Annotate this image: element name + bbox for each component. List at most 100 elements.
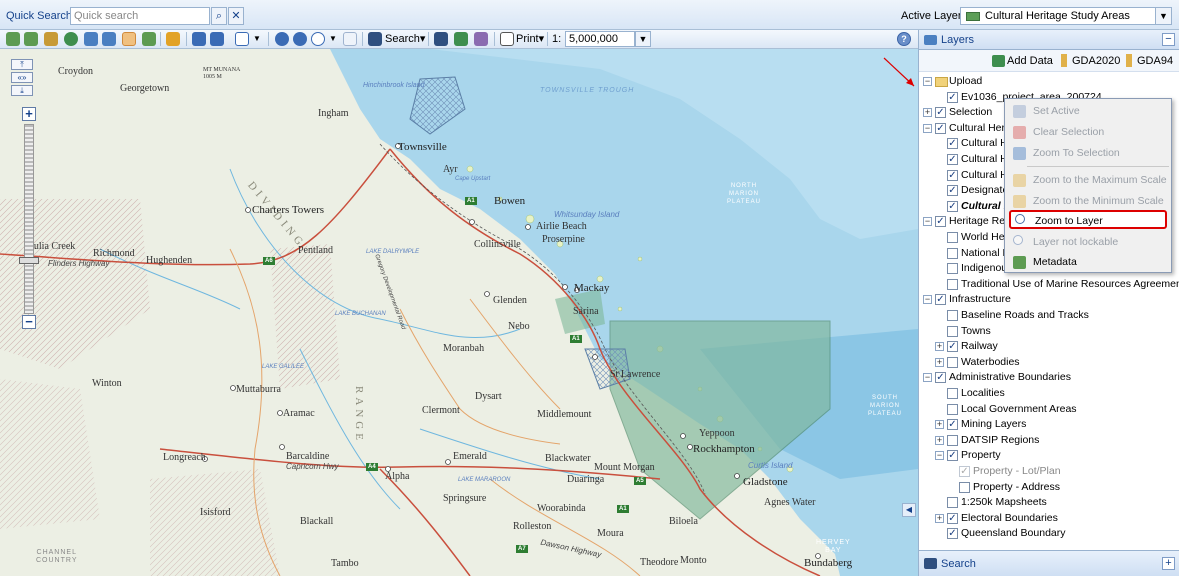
pencil-icon[interactable] xyxy=(166,32,180,46)
home-icon[interactable] xyxy=(44,32,58,46)
layer-row[interactable]: 1:250k Mapsheets xyxy=(919,495,1179,510)
table-icon[interactable] xyxy=(343,32,357,46)
layer-checkbox[interactable]: ✓ xyxy=(947,341,958,353)
gda2020-button[interactable]: GDA2020 xyxy=(1072,55,1120,67)
menu-item-zoom-to-selection[interactable]: Zoom To Selection xyxy=(1009,144,1167,163)
layer-checkbox[interactable]: ✓ xyxy=(947,138,958,150)
layer-row[interactable]: + ✓ Railway xyxy=(919,339,1179,354)
menu-item-set-active[interactable]: Set Active xyxy=(1009,102,1167,121)
layer-row[interactable]: Baseline Roads and Tracks xyxy=(919,308,1179,323)
menu-item-zoom-max-scale[interactable]: Zoom to the Maximum Scale xyxy=(1009,171,1167,190)
export-icon[interactable] xyxy=(454,32,468,46)
collapse-panel-icon[interactable]: ◀ xyxy=(902,503,916,517)
zoom-in-tool-icon[interactable] xyxy=(84,32,98,46)
layer-row[interactable]: − ✓ Property xyxy=(919,448,1179,463)
scale-input[interactable]: 5,000,000 xyxy=(565,31,635,47)
layer-checkbox[interactable] xyxy=(947,356,958,368)
layer-row[interactable]: Property - Address xyxy=(919,480,1179,495)
menu-item-layer-not-lockable[interactable]: Layer not lockable xyxy=(1009,233,1167,252)
pan-up-icon[interactable]: ⤒ xyxy=(11,59,33,70)
layer-row[interactable]: − Upload xyxy=(919,74,1179,89)
layer-checkbox[interactable] xyxy=(947,325,958,337)
expand-toggle-icon[interactable]: + xyxy=(935,435,944,445)
chevron-down-icon[interactable]: ▼ xyxy=(1155,8,1171,24)
globe-icon[interactable] xyxy=(64,32,78,46)
layer-checkbox[interactable]: ✓ xyxy=(959,466,970,477)
layer-checkbox[interactable]: ✓ xyxy=(935,107,946,119)
zoom-out-tool-icon[interactable] xyxy=(102,32,116,46)
layer-checkbox[interactable] xyxy=(947,247,958,259)
printer-icon[interactable] xyxy=(500,32,514,46)
expand-icon[interactable]: + xyxy=(1162,557,1175,570)
expand-toggle-icon[interactable]: − xyxy=(923,77,932,86)
select-by-icon[interactable] xyxy=(210,32,224,46)
layer-checkbox[interactable]: ✓ xyxy=(935,294,946,306)
chevron-down-icon[interactable]: ▼ xyxy=(635,31,651,47)
refresh-icon[interactable] xyxy=(142,32,156,46)
pan-hand-icon[interactable] xyxy=(122,32,136,46)
pan-left-right-icon[interactable]: «» xyxy=(11,72,33,83)
layer-checkbox[interactable]: ✓ xyxy=(947,200,958,212)
chevron-down-icon[interactable]: ▼ xyxy=(253,31,261,47)
layer-checkbox[interactable]: ✓ xyxy=(947,512,958,524)
print-menu-button[interactable]: Print▾ xyxy=(516,31,544,47)
expand-toggle-icon[interactable]: − xyxy=(923,295,932,305)
layer-checkbox[interactable]: ✓ xyxy=(947,419,958,431)
layer-row[interactable]: − ✓ Infrastructure xyxy=(919,292,1179,307)
clear-search-icon[interactable]: ✕ xyxy=(228,7,244,25)
layer-checkbox[interactable] xyxy=(947,310,958,321)
layer-row[interactable]: + Waterbodies xyxy=(919,355,1179,370)
layer-checkbox[interactable]: ✓ xyxy=(947,91,958,103)
quick-search-input[interactable] xyxy=(70,7,210,25)
layer-checkbox[interactable]: ✓ xyxy=(947,154,958,165)
layer-row[interactable]: − ✓ Administrative Boundaries xyxy=(919,370,1179,385)
layer-checkbox[interactable]: ✓ xyxy=(935,216,946,228)
add-data-button[interactable]: Add Data xyxy=(1007,55,1053,67)
layer-row[interactable]: Traditional Use of Marine Resources Agre… xyxy=(919,277,1179,292)
layer-checkbox[interactable] xyxy=(947,232,958,243)
expand-toggle-icon[interactable]: − xyxy=(923,373,932,383)
layer-row[interactable]: Towns xyxy=(919,324,1179,339)
layer-row[interactable]: + DATSIP Regions xyxy=(919,433,1179,448)
layer-row[interactable]: ✓ Queensland Boundary xyxy=(919,526,1179,541)
menu-item-zoom-min-scale[interactable]: Zoom to the Minimum Scale xyxy=(1009,192,1167,211)
layer-checkbox[interactable] xyxy=(947,278,958,290)
layer-row[interactable]: ✓ Property - Lot/Plan xyxy=(919,464,1179,479)
identify-icon[interactable] xyxy=(293,32,307,46)
expand-toggle-icon[interactable]: − xyxy=(923,217,932,227)
layer-row[interactable]: Local Government Areas xyxy=(919,402,1179,417)
layers-list-icon[interactable] xyxy=(474,32,488,46)
menu-item-clear-selection[interactable]: Clear Selection xyxy=(1009,123,1167,142)
layer-checkbox[interactable]: ✓ xyxy=(935,122,946,134)
layer-checkbox[interactable]: ✓ xyxy=(947,450,958,462)
gda94-button[interactable]: GDA94 xyxy=(1137,55,1173,67)
zoom-slider[interactable] xyxy=(24,124,34,314)
layer-row[interactable]: + ✓ Mining Layers xyxy=(919,417,1179,432)
rectangle-select-icon[interactable] xyxy=(235,32,249,46)
expand-toggle-icon[interactable]: + xyxy=(935,357,944,367)
find-icon[interactable] xyxy=(434,32,448,46)
help-icon[interactable]: ? xyxy=(897,32,911,46)
layer-checkbox[interactable]: ✓ xyxy=(935,372,946,384)
back-icon[interactable] xyxy=(6,32,20,46)
search-menu-button[interactable]: Search▾ xyxy=(385,31,425,47)
zoom-slider-thumb[interactable] xyxy=(19,257,39,264)
binoculars-icon[interactable] xyxy=(368,32,382,46)
search-go-icon[interactable]: ⌕ xyxy=(211,7,227,25)
layer-checkbox[interactable] xyxy=(947,263,958,275)
layer-checkbox[interactable] xyxy=(947,403,958,415)
expand-toggle-icon[interactable]: + xyxy=(935,420,944,430)
chevron-down-icon[interactable]: ▼ xyxy=(329,31,337,47)
expand-toggle-icon[interactable]: + xyxy=(935,513,944,523)
comment-icon[interactable] xyxy=(311,32,325,46)
layer-checkbox[interactable]: ✓ xyxy=(947,528,958,540)
select-icon[interactable] xyxy=(192,32,206,46)
zoom-out-button[interactable]: − xyxy=(22,315,36,329)
expand-toggle-icon[interactable]: − xyxy=(935,451,944,461)
active-layer-select[interactable]: Cultural Heritage Study Areas ▼ xyxy=(960,7,1172,25)
layer-row[interactable]: + ✓ Electoral Boundaries xyxy=(919,511,1179,526)
layer-row[interactable]: Localities xyxy=(919,386,1179,401)
menu-item-zoom-to-layer[interactable]: Zoom to Layer xyxy=(1009,210,1167,229)
expand-toggle-icon[interactable]: + xyxy=(923,108,932,118)
map-view[interactable]: Croydon Georgetown Ingham Townsville Ayr… xyxy=(0,49,918,576)
